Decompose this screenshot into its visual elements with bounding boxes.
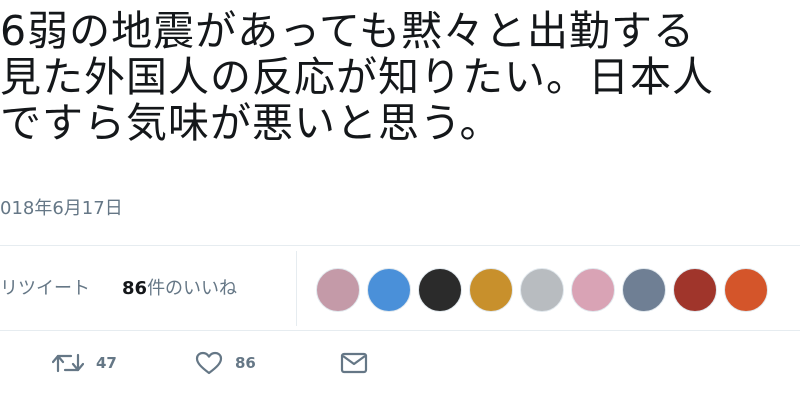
avatar-3[interactable] — [418, 268, 462, 312]
stats-separator — [296, 251, 297, 326]
likes-link[interactable]: 86件のいいね — [122, 278, 237, 299]
tweet-line-1: 6弱の地震があっても黙々と出勤する — [0, 8, 695, 55]
retweet-button[interactable]: 47 — [52, 346, 117, 380]
retweets-link[interactable]: リツイート — [0, 274, 122, 304]
tweet-text: 6弱の地震があっても黙々と出勤する 見た外国人の反応が知りたい。日本人 ですら気… — [0, 8, 800, 146]
heart-icon — [195, 351, 223, 375]
envelope-icon — [340, 352, 368, 374]
likes-label: 件のいいね — [147, 278, 238, 299]
avatar-4[interactable] — [469, 268, 513, 312]
retweet-count: 47 — [96, 354, 117, 372]
divider-top — [0, 245, 800, 246]
tweet-stats: リツイート 86件のいいね — [0, 274, 237, 304]
avatar-8[interactable] — [673, 268, 717, 312]
avatar-7[interactable] — [622, 268, 666, 312]
retweet-icon — [52, 352, 84, 374]
avatar-6[interactable] — [571, 268, 615, 312]
like-count: 86 — [235, 354, 256, 372]
tweet-line-3: ですら気味が悪いと思う。 — [0, 99, 502, 146]
avatar-1[interactable] — [316, 268, 360, 312]
message-button[interactable] — [340, 346, 368, 380]
tweet-detail: 6弱の地震があっても黙々と出勤する 見た外国人の反応が知りたい。日本人 ですら気… — [0, 0, 800, 417]
avatar-9[interactable] — [724, 268, 768, 312]
avatar-5[interactable] — [520, 268, 564, 312]
tweet-actions: 47 86 — [0, 346, 800, 380]
likes-count: 86 — [122, 278, 148, 299]
divider-bottom — [0, 330, 800, 331]
liker-avatars — [316, 268, 775, 312]
tweet-timestamp[interactable]: 018年6月17日 — [0, 197, 123, 221]
avatar-2[interactable] — [367, 268, 411, 312]
like-button[interactable]: 86 — [195, 346, 256, 380]
tweet-line-2: 見た外国人の反応が知りたい。日本人 — [0, 53, 714, 101]
